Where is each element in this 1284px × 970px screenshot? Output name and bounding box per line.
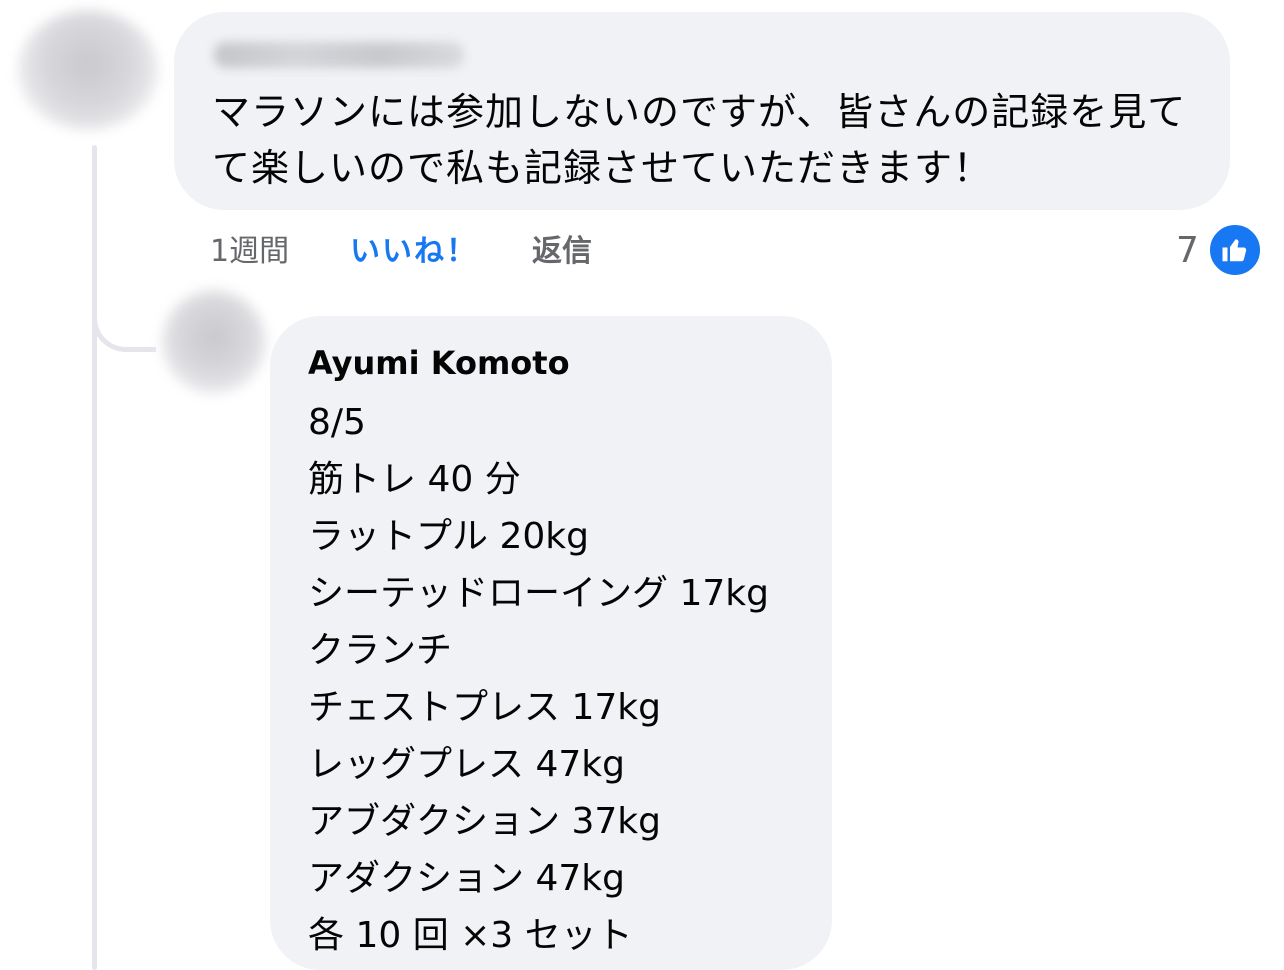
reaction-summary[interactable]: 7 bbox=[1176, 222, 1263, 278]
reply-text-line: チェストプレス 17kg bbox=[308, 687, 661, 728]
comment-thread: マラソンには参加しないのですが、皆さんの記録を見て て楽しいので私も記録させてい… bbox=[0, 0, 1284, 970]
reply-text-line: レッグプレス 47kg bbox=[308, 744, 625, 785]
timestamp-link[interactable]: 1週間 bbox=[210, 226, 350, 270]
reply-button[interactable]: 返信 bbox=[532, 226, 592, 270]
thread-connector-line bbox=[92, 145, 97, 970]
reply-text-line: クランチ bbox=[308, 630, 453, 671]
avatar[interactable] bbox=[18, 10, 158, 130]
reply-text-line: アダクション 47kg bbox=[308, 858, 625, 899]
reply-bubble: Ayumi Komoto 8/5 筋トレ 40 分 ラットプル 20kg シーテ… bbox=[270, 316, 832, 970]
reply-text: 8/5 筋トレ 40 分 ラットプル 20kg シーテッドローイング 17kg … bbox=[308, 394, 832, 964]
reply-author-name[interactable]: Ayumi Komoto bbox=[308, 340, 832, 386]
thumbs-up-icon bbox=[1206, 222, 1263, 278]
comment-author-name-blurred[interactable] bbox=[214, 42, 464, 68]
comment-text: マラソンには参加しないのですが、皆さんの記録を見て て楽しいので私も記録させてい… bbox=[212, 84, 1212, 196]
comment-actions: 1週間 いいね！ 返信 bbox=[210, 226, 592, 270]
reply-text-line: ラットプル 20kg bbox=[308, 516, 589, 557]
like-button[interactable]: いいね！ bbox=[350, 226, 532, 270]
comment-text-line: マラソンには参加しないのですが、皆さんの記録を見て bbox=[212, 90, 1187, 134]
comment-text-line: て楽しいので私も記録させていただきます！ bbox=[212, 146, 993, 190]
reply-text-line: 筋トレ 40 分 bbox=[308, 459, 521, 500]
reply-text-line: 8/5 bbox=[308, 402, 366, 443]
reaction-count: 7 bbox=[1176, 229, 1199, 271]
reply-text-line: 各 10 回 ×3 セット bbox=[308, 915, 633, 956]
reply-connector-branch bbox=[92, 290, 156, 352]
avatar[interactable] bbox=[162, 290, 266, 394]
reply-text-line: シーテッドローイング 17kg bbox=[308, 573, 769, 614]
reply-text-line: アブダクション 37kg bbox=[308, 801, 661, 842]
